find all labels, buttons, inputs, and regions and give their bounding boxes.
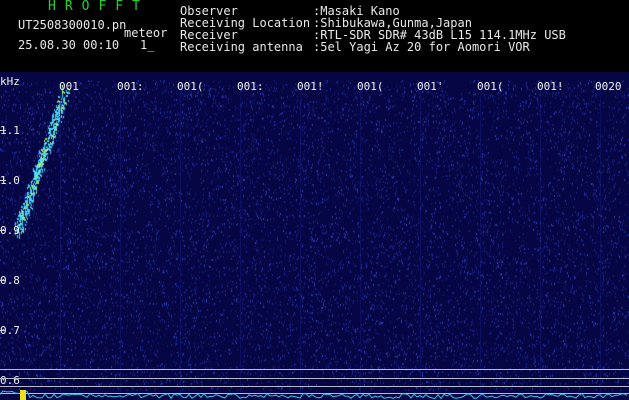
time-gridline (300, 82, 301, 400)
antenna-value: :5el Yagi Az 20 for Aomori VOR (313, 40, 530, 54)
power-trace (0, 390, 628, 400)
time-gridline (240, 82, 241, 400)
app-title: HROFFT (48, 0, 149, 14)
spectrogram-plot: 001 001: 001( 001: 001! 001( 001' 001( 0… (0, 72, 629, 400)
reference-line (0, 369, 629, 370)
time-gridline (180, 82, 181, 400)
count-label: 1_ (140, 38, 155, 52)
y-tick-mark (0, 130, 6, 131)
y-tick-mark (0, 280, 6, 281)
time-tick-label: 001' (417, 80, 444, 93)
timestamp-label: 25.08.30 00:10 (18, 38, 120, 52)
time-tick-label: 001( (477, 80, 504, 93)
time-gridline (60, 82, 61, 400)
time-tick-label: 001( (177, 80, 204, 93)
time-tick-label: 001: (237, 80, 264, 93)
time-gridline (120, 82, 121, 400)
time-tick-label: 001 (59, 80, 79, 93)
time-gridline (360, 82, 361, 400)
time-tick-label: 001! (297, 80, 324, 93)
y-tick-mark (0, 330, 6, 331)
time-tick-label: 0020 (595, 80, 622, 93)
time-gridline (600, 82, 601, 400)
antenna-label: Receiving antenna (180, 40, 303, 54)
y-tick-mark (0, 230, 6, 231)
reference-line (0, 386, 629, 387)
time-gridline (480, 82, 481, 400)
header-panel: HROFFT UT2508300010.pn meteor 25.08.30 0… (0, 0, 629, 72)
y-axis-unit: kHz (0, 75, 20, 88)
time-gridline (420, 82, 421, 400)
spectrogram-noise (0, 72, 629, 400)
time-tick-label: 001! (537, 80, 564, 93)
time-tick-label: 001: (117, 80, 144, 93)
time-gridline (540, 82, 541, 400)
y-tick-mark (0, 180, 6, 181)
time-tick-label: 001( (357, 80, 384, 93)
filename-label: UT2508300010.pn (18, 18, 127, 32)
reference-line (0, 378, 629, 379)
